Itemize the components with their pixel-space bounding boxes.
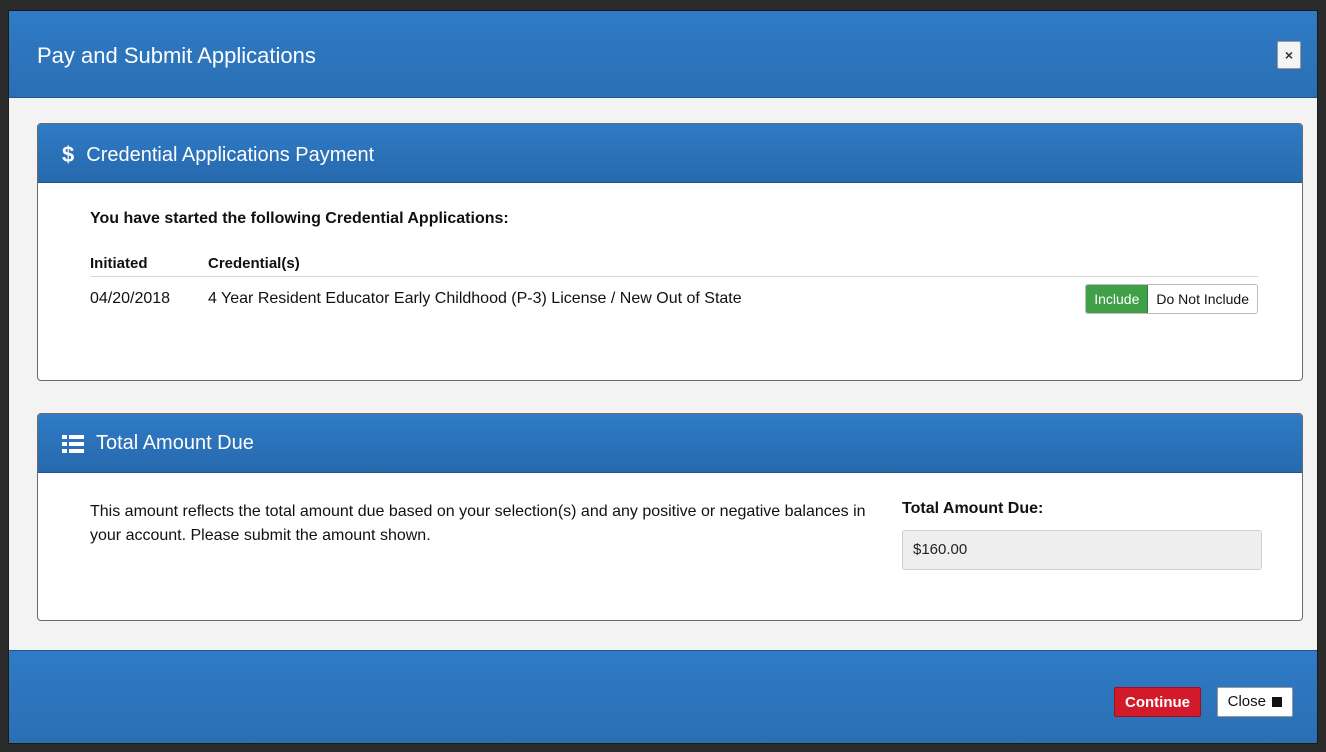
dollar-icon: $ (62, 142, 75, 167)
do-not-include-button[interactable]: Do Not Include (1148, 285, 1257, 313)
include-button[interactable]: Include (1086, 285, 1149, 313)
list-icon (62, 434, 84, 454)
pay-submit-modal: Pay and Submit Applications × $ Credenti… (8, 10, 1318, 744)
include-toggle-group: Include Do Not Include (1085, 284, 1258, 314)
modal-title: Pay and Submit Applications (37, 43, 316, 68)
close-button-label: Close (1227, 693, 1266, 710)
close-button[interactable]: Close (1216, 687, 1293, 717)
total-panel-title-wrap: Total Amount Due (62, 432, 254, 455)
row-credential-name: 4 Year Resident Educator Early Childhood… (208, 290, 742, 307)
credential-payment-panel: $ Credential Applications Payment You ha… (37, 123, 1303, 381)
column-header-credentials: Credential(s) (208, 254, 300, 272)
total-amount-panel: Total Amount Due This amount reflects th… (37, 413, 1303, 621)
credential-intro-text: You have started the following Credentia… (90, 210, 509, 227)
column-header-initiated: Initiated (90, 254, 148, 272)
total-amount-field: $160.00 (902, 530, 1262, 570)
modal-close-button[interactable]: × (1277, 41, 1301, 69)
modal-header: Pay and Submit Applications × (9, 11, 1317, 98)
total-panel-title: Total Amount Due (96, 432, 254, 454)
row-initiated-date: 04/20/2018 (90, 290, 171, 307)
continue-button[interactable]: Continue (1114, 687, 1201, 717)
credential-panel-title: Credential Applications Payment (86, 143, 375, 166)
total-description: This amount reflects the total amount du… (90, 503, 866, 544)
table-row: 04/20/2018 4 Year Resident Educator Earl… (90, 277, 1258, 321)
modal-footer: Continue Close (9, 650, 1317, 743)
credential-panel-title-wrap: $ Credential Applications Payment (62, 142, 374, 168)
stop-square-icon (1272, 697, 1282, 707)
credential-table: Initiated Credential(s) 04/20/2018 4 Yea… (90, 250, 1258, 321)
credential-panel-heading: $ Credential Applications Payment (38, 124, 1302, 183)
credential-table-header: Initiated Credential(s) (90, 250, 1258, 277)
total-panel-heading: Total Amount Due (38, 414, 1302, 473)
total-amount-label: Total Amount Due: (902, 500, 1044, 517)
